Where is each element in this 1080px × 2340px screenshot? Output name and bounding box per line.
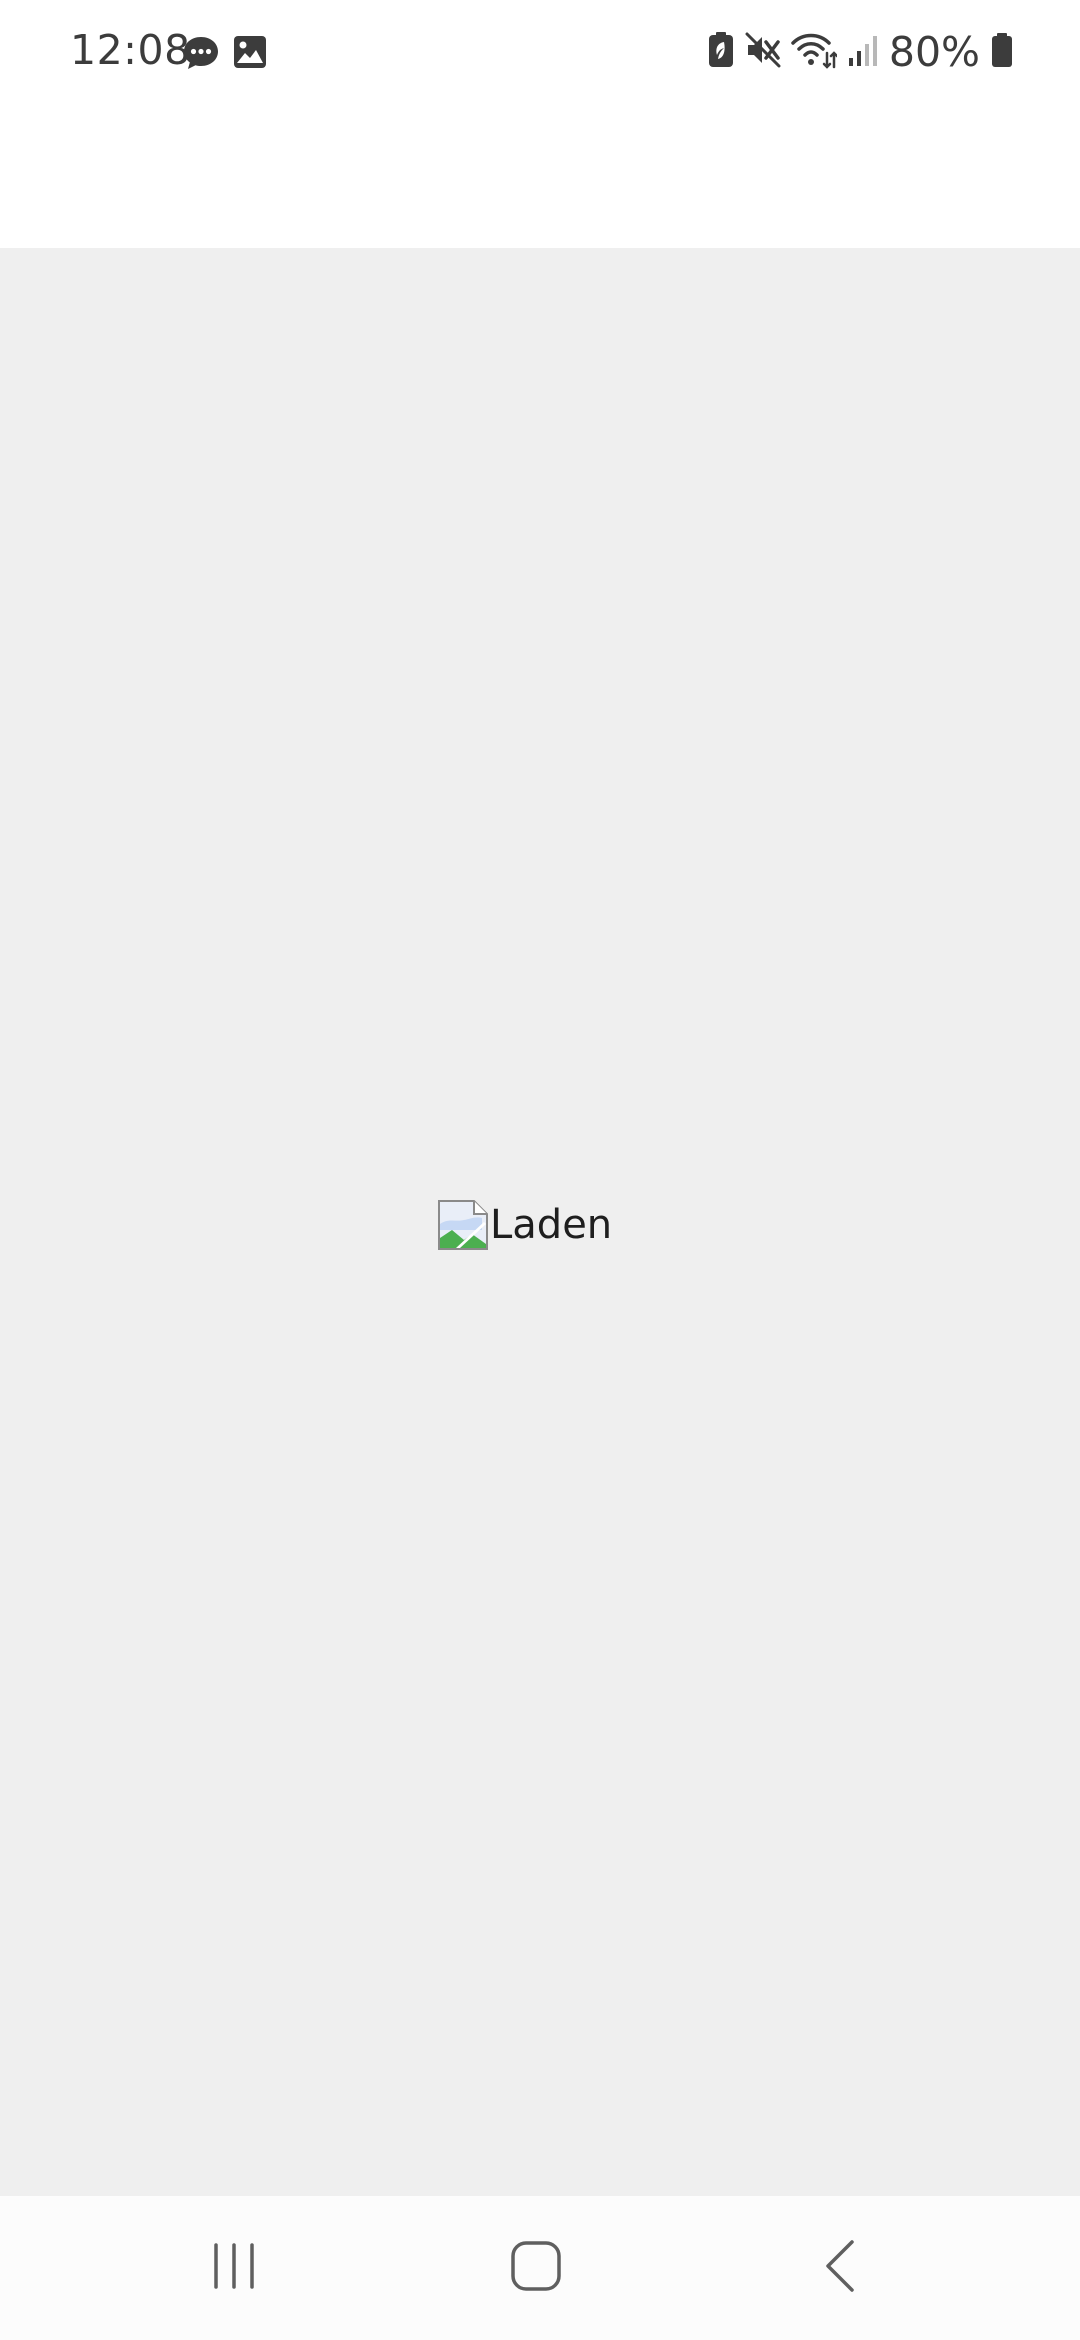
signal-icon bbox=[847, 32, 879, 73]
wifi-icon bbox=[791, 31, 839, 74]
status-bar: 12:08 80% bbox=[0, 0, 1080, 104]
back-button[interactable] bbox=[780, 2218, 900, 2318]
navigation-bar bbox=[0, 2196, 1080, 2340]
status-time: 12:08 bbox=[70, 26, 191, 74]
back-chevron-icon bbox=[823, 2239, 857, 2298]
app-header bbox=[0, 104, 1080, 248]
recent-apps-button[interactable] bbox=[174, 2218, 294, 2318]
broken-image-icon bbox=[438, 1200, 488, 1250]
home-icon bbox=[510, 2240, 562, 2297]
status-system-icons: 80% bbox=[707, 26, 1014, 78]
loading-alt-text: Laden bbox=[490, 1202, 613, 1248]
image-icon bbox=[232, 34, 268, 77]
main-content: Laden bbox=[0, 248, 1080, 2196]
mute-icon bbox=[745, 32, 781, 73]
home-button[interactable] bbox=[476, 2218, 596, 2318]
chat-bubble-icon bbox=[182, 34, 220, 77]
recent-apps-icon bbox=[210, 2242, 258, 2295]
battery-icon bbox=[990, 31, 1014, 74]
battery-saver-icon bbox=[707, 31, 735, 74]
status-notification-icons bbox=[182, 34, 268, 77]
phone-screen: 12:08 80% Laden bbox=[0, 0, 1080, 2340]
battery-percent: 80% bbox=[888, 28, 980, 76]
loading-indicator: Laden bbox=[438, 1200, 612, 1250]
